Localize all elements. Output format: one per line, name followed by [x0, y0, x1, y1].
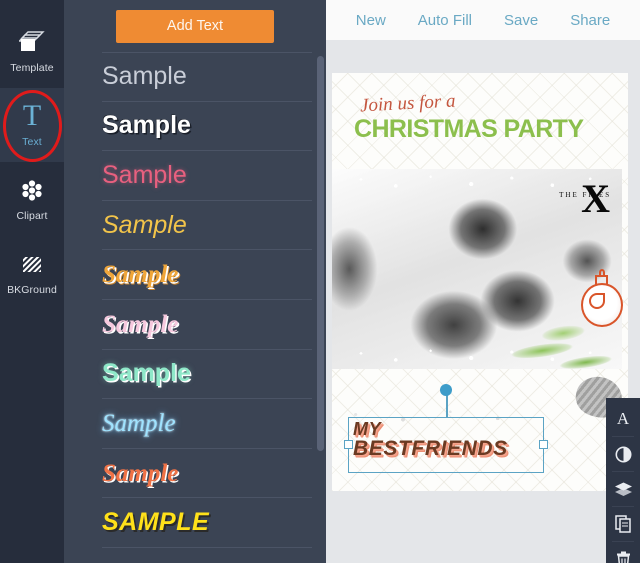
rotation-handle[interactable]	[440, 384, 452, 396]
font-button[interactable]: A	[606, 404, 640, 434]
toolbar-divider	[612, 436, 634, 437]
letter-t-icon: T	[22, 99, 42, 133]
text-style-option[interactable]: Sample	[102, 102, 312, 152]
sidebar-item-template[interactable]: Template	[0, 14, 64, 88]
toolbar-divider	[612, 471, 634, 472]
resize-handle-right[interactable]	[539, 440, 548, 449]
text-style-option[interactable]: Sample	[102, 449, 312, 499]
add-text-button[interactable]: Add Text	[116, 9, 274, 43]
sidebar-item-label: Text	[22, 136, 42, 149]
text-style-option[interactable]: Sample	[102, 201, 312, 251]
sidebar-item-label: BKGround	[7, 284, 57, 297]
text-style-option[interactable]: Sample	[102, 151, 312, 201]
text-style-option[interactable]: Sample	[102, 350, 312, 400]
x-files-small-text: THE FILES	[559, 191, 612, 199]
layers-icon	[614, 482, 632, 496]
text-style-sample: Sample	[102, 111, 191, 140]
text-style-option[interactable]: Sample	[102, 300, 312, 350]
left-sidebar: Template T Text Clipart BKGround	[0, 0, 64, 563]
x-files-overlay: X THE FILES	[559, 176, 610, 221]
christmas-ornament-icon	[578, 269, 626, 331]
panel-scrollbar[interactable]	[317, 56, 324, 451]
text-style-option[interactable]: Sample	[102, 399, 312, 449]
text-style-sample: Sample	[102, 261, 179, 289]
save-button[interactable]: Save	[488, 12, 554, 29]
hatch-pattern-icon	[19, 250, 45, 278]
text-style-sample: SAMPLE	[102, 508, 210, 537]
share-button[interactable]: Share	[554, 12, 626, 29]
app-root: Template T Text Clipart BKGround Add Tex…	[0, 0, 640, 563]
scrollbar-thumb[interactable]	[317, 56, 324, 451]
top-toolbar: New Auto Fill Save Share	[326, 0, 640, 40]
x-files-big-letter: X	[581, 176, 610, 221]
text-style-sample: Sample	[102, 210, 187, 239]
selected-text-object[interactable]: MY BESTFRIENDS	[344, 384, 548, 473]
card-greeting-text[interactable]: Join us for a	[359, 91, 456, 118]
letter-a-icon: A	[616, 409, 630, 428]
sidebar-item-label: Template	[10, 62, 54, 75]
text-style-sample: Sample	[102, 459, 179, 487]
contrast-icon	[615, 446, 631, 462]
trash-icon	[616, 551, 630, 563]
stacked-pages-icon	[19, 28, 45, 56]
sidebar-item-label: Clipart	[16, 210, 48, 223]
selected-text-line1: MY	[353, 419, 382, 439]
text-style-option[interactable]: Sample	[102, 52, 312, 102]
sidebar-item-text[interactable]: T Text	[0, 88, 64, 162]
toolbar-divider	[612, 541, 634, 542]
auto-fill-button[interactable]: Auto Fill	[402, 12, 488, 29]
selected-text-line2: BESTFRIENDS	[353, 437, 508, 461]
text-style-panel: Add Text Sample Sample Sample Sample Sam…	[64, 0, 326, 563]
new-button[interactable]: New	[340, 12, 402, 29]
duplicate-button[interactable]	[606, 509, 640, 539]
flower-dots-icon	[19, 176, 45, 204]
toolbar-divider	[612, 506, 634, 507]
card-design[interactable]: Join us for a CHRISTMAS PARTY X THE FILE…	[332, 73, 628, 491]
canvas[interactable]: Join us for a CHRISTMAS PARTY X THE FILE…	[332, 73, 628, 491]
card-title-text[interactable]: CHRISTMAS PARTY	[354, 115, 584, 144]
ornament-swirl	[589, 293, 605, 309]
sidebar-item-bkground[interactable]: BKGround	[0, 236, 64, 310]
text-style-list: Sample Sample Sample Sample Sample Sampl…	[64, 52, 326, 563]
object-toolbar: A	[606, 398, 640, 563]
text-style-option[interactable]: SAMPLE	[102, 498, 312, 548]
layers-button[interactable]	[606, 474, 640, 504]
text-style-sample: Sample	[102, 62, 187, 91]
text-style-sample: Sample	[102, 160, 187, 189]
text-style-sample: Sample	[102, 310, 179, 338]
contrast-button[interactable]	[606, 439, 640, 469]
sidebar-item-clipart[interactable]: Clipart	[0, 162, 64, 236]
panel-header: Add Text	[64, 0, 326, 52]
selected-text-content: MY BESTFRIENDS	[353, 420, 547, 460]
text-style-sample: Sample	[102, 359, 191, 388]
duplicate-pages-icon	[614, 515, 631, 533]
text-style-sample: Sample	[102, 409, 176, 437]
card-header: Join us for a CHRISTMAS PARTY	[332, 73, 628, 161]
text-style-option[interactable]: Sample	[102, 250, 312, 300]
delete-button[interactable]	[606, 544, 640, 563]
editor-area: New Auto Fill Save Share Join us for a C…	[326, 0, 640, 563]
resize-handle-left[interactable]	[344, 440, 353, 449]
